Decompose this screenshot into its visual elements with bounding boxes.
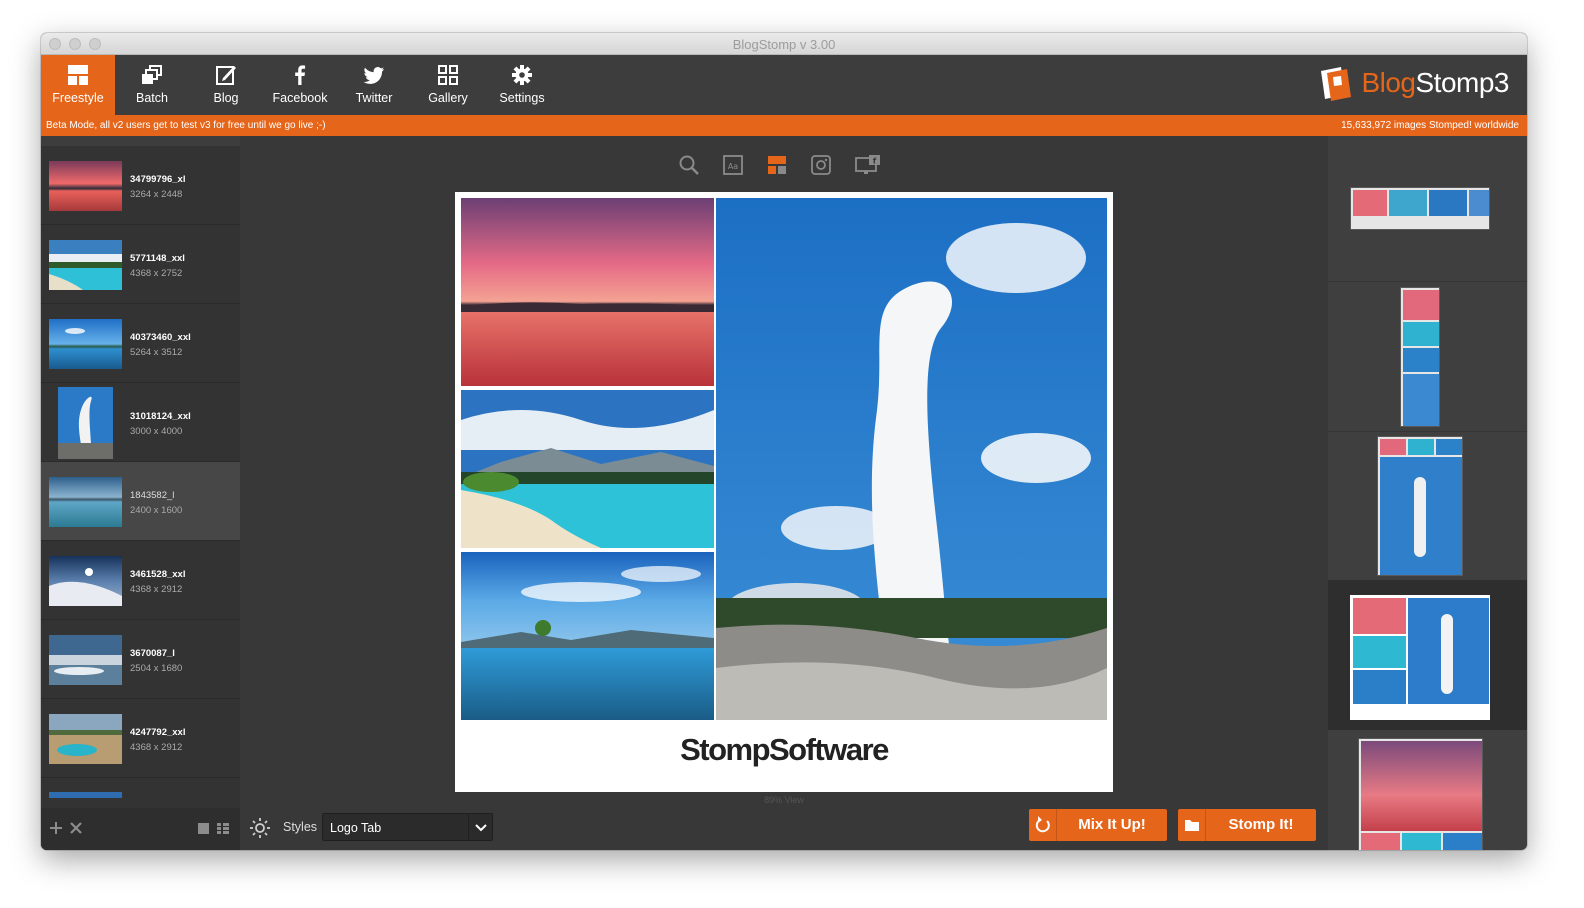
tab-batch-label: Batch bbox=[136, 91, 168, 105]
tab-twitter-label: Twitter bbox=[355, 91, 393, 105]
mix-it-up-button[interactable]: Mix It Up! bbox=[1029, 809, 1167, 841]
layout-preview-tall bbox=[1377, 436, 1463, 576]
collage-photo-lake[interactable] bbox=[461, 390, 714, 548]
tab-freestyle[interactable]: Freestyle bbox=[41, 55, 115, 115]
thumbnail-clouds bbox=[49, 635, 122, 685]
list-item[interactable]: 31018124_xxl 3000 x 4000 bbox=[41, 383, 240, 462]
layout-preview-strip bbox=[1350, 187, 1490, 230]
layout-preview-stacked bbox=[1358, 738, 1483, 850]
layout-option[interactable] bbox=[1328, 432, 1527, 580]
list-item[interactable]: 40373460_xxl 5264 x 3512 bbox=[41, 304, 240, 383]
list-item-selected[interactable]: 1843582_l 2400 x 1600 bbox=[41, 462, 240, 541]
batch-stack-icon bbox=[142, 65, 162, 84]
chevron-down-icon bbox=[468, 814, 492, 840]
beta-banner: Beta Mode, all v2 users get to test v3 f… bbox=[41, 115, 1527, 136]
thumbnail-geyser bbox=[58, 387, 113, 459]
layout-suggestions-panel bbox=[1328, 136, 1527, 850]
title-bar: BlogStomp v 3.00 bbox=[41, 33, 1527, 55]
add-icon[interactable] bbox=[50, 822, 62, 834]
folder-icon bbox=[1178, 809, 1206, 841]
tab-twitter[interactable]: Twitter bbox=[337, 55, 411, 115]
styles-dropdown[interactable]: Logo Tab bbox=[322, 813, 493, 841]
canvas-area: Aa f StompSoftware 89% View Styles Logo … bbox=[240, 136, 1328, 850]
window-title: BlogStomp v 3.00 bbox=[732, 37, 836, 52]
twitter-bird-icon bbox=[363, 67, 384, 84]
layout-icon[interactable] bbox=[766, 154, 788, 176]
list-item[interactable]: 3461528_xxl 4368 x 2912 bbox=[41, 541, 240, 620]
stomp-counter: 15,633,972 images Stomped! worldwide bbox=[1341, 120, 1519, 131]
beta-message: Beta Mode, all v2 users get to test v3 f… bbox=[46, 120, 326, 131]
thumbnail-blue-lake bbox=[49, 319, 122, 369]
list-item[interactable]: 5771148_xxl 4368 x 2752 bbox=[41, 225, 240, 304]
styles-label: Styles bbox=[283, 820, 318, 834]
layout-option[interactable] bbox=[1328, 730, 1527, 850]
instagram-icon[interactable] bbox=[810, 154, 832, 176]
app-window: BlogStomp v 3.00 Freestyle Batch Blog Fa… bbox=[41, 33, 1527, 850]
list-top-edge bbox=[41, 136, 240, 146]
thumbnail-snow bbox=[49, 556, 122, 606]
canvas-tools: Aa f bbox=[678, 154, 882, 178]
freestyle-layout-icon bbox=[68, 65, 88, 85]
logo-text: BlogStomp3 bbox=[1361, 67, 1509, 98]
remove-icon[interactable] bbox=[70, 822, 82, 834]
refresh-icon bbox=[1029, 809, 1057, 841]
collage-preview[interactable]: StompSoftware bbox=[455, 192, 1113, 792]
list-item[interactable]: 4247792_xxl 4368 x 2912 bbox=[41, 699, 240, 778]
collage-photo-sunset[interactable] bbox=[461, 198, 714, 386]
svg-text:Aa: Aa bbox=[728, 162, 738, 171]
tab-settings-label: Settings bbox=[499, 91, 545, 105]
gallery-grid-icon bbox=[438, 65, 458, 85]
layout-option-selected[interactable] bbox=[1328, 580, 1527, 730]
list-item-partial bbox=[49, 792, 122, 798]
layout-option[interactable] bbox=[1328, 282, 1527, 432]
blog-edit-icon bbox=[216, 66, 236, 85]
tab-gallery[interactable]: Gallery bbox=[411, 55, 485, 115]
thumbnail-lake bbox=[49, 240, 122, 290]
thumbnail-sunset bbox=[49, 161, 122, 211]
zoom-level-label: 89% View bbox=[764, 795, 804, 805]
gear-icon bbox=[512, 65, 532, 85]
layout-preview-current bbox=[1350, 595, 1490, 720]
facebook-cover-icon[interactable]: f bbox=[854, 154, 882, 176]
tab-facebook-label: Facebook bbox=[272, 91, 328, 105]
collage-photo-geyser[interactable] bbox=[716, 198, 1107, 720]
collage-photo-blue-lake[interactable] bbox=[461, 552, 714, 720]
sidebar-footer bbox=[41, 808, 240, 850]
blogstomp-logo-mark-icon bbox=[1321, 67, 1352, 101]
thumbnail-hot-spring bbox=[49, 714, 122, 764]
tab-batch[interactable]: Batch bbox=[115, 55, 189, 115]
tab-settings[interactable]: Settings bbox=[485, 55, 559, 115]
tab-gallery-label: Gallery bbox=[428, 91, 468, 105]
list-item[interactable]: 3670087_l 2504 x 1680 bbox=[41, 620, 240, 699]
list-item[interactable]: 34799796_xl 3264 x 2448 bbox=[41, 146, 240, 225]
canvas-bottom-bar: Styles Logo Tab Mix It Up! Stomp It! bbox=[240, 806, 1328, 850]
list-view-icon[interactable] bbox=[217, 823, 229, 834]
text-icon[interactable]: Aa bbox=[722, 154, 744, 176]
single-view-icon[interactable] bbox=[198, 823, 209, 834]
layout-option[interactable] bbox=[1328, 136, 1527, 282]
search-icon[interactable] bbox=[678, 154, 700, 176]
image-list-sidebar: 34799796_xl 3264 x 2448 5771148_xxl 4368… bbox=[41, 136, 240, 850]
tab-blog-label: Blog bbox=[213, 91, 239, 105]
main-toolbar: Freestyle Batch Blog Facebook Twitter Ga… bbox=[41, 55, 1527, 115]
brightness-icon[interactable] bbox=[250, 818, 270, 838]
tab-facebook[interactable]: Facebook bbox=[263, 55, 337, 115]
tab-blog[interactable]: Blog bbox=[189, 55, 263, 115]
brand-logo-text: StompSoftware bbox=[680, 732, 889, 767]
svg-text:f: f bbox=[873, 157, 877, 166]
blogstomp-logo: BlogStomp3 bbox=[1319, 63, 1509, 103]
facebook-icon bbox=[295, 65, 306, 85]
thumbnail-calm-sea bbox=[49, 477, 122, 527]
stomp-it-button[interactable]: Stomp It! bbox=[1178, 809, 1316, 841]
styles-dropdown-value: Logo Tab bbox=[330, 821, 382, 835]
tab-freestyle-label: Freestyle bbox=[52, 91, 104, 105]
layout-preview-vertical bbox=[1400, 287, 1440, 427]
